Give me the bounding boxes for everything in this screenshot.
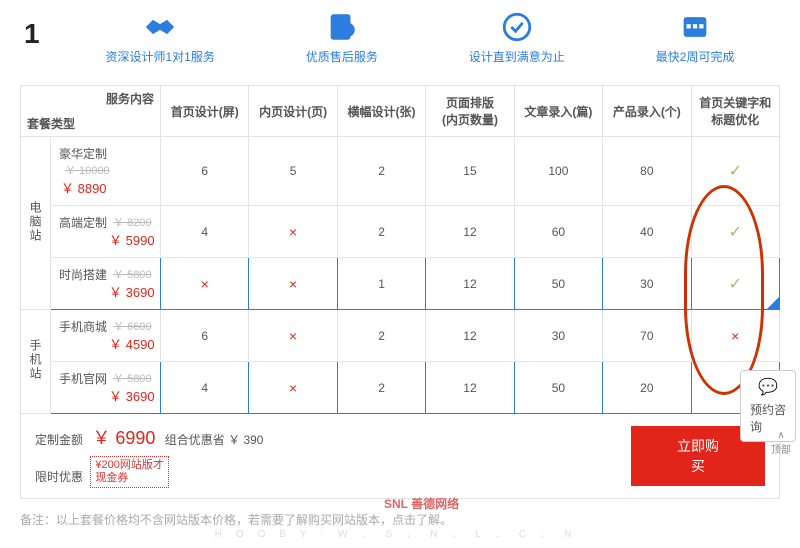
check-circle-icon xyxy=(500,10,534,44)
value-cell: 20 xyxy=(603,362,691,414)
cross-icon: × xyxy=(201,276,209,292)
value-cell: 5 xyxy=(249,137,337,206)
check-icon: ✓ xyxy=(729,163,742,180)
pricing-table: 服务内容 套餐类型 首页设计(屏) 内页设计(页) 横幅设计(张) 页面排版 (… xyxy=(20,85,780,414)
col-head: 首页关键字和标题优化 xyxy=(691,86,779,137)
cross-icon: × xyxy=(289,276,297,292)
value-cell: ✓ xyxy=(691,206,779,258)
value-cell: 15 xyxy=(426,137,514,206)
package-cell[interactable]: 豪华定制￥ 10000￥ 8890 xyxy=(51,137,161,206)
step-number: 1 xyxy=(24,18,40,50)
cross-icon: × xyxy=(731,328,739,344)
value-cell: ✓ xyxy=(691,137,779,206)
value-cell: 12 xyxy=(426,206,514,258)
value-cell: 12 xyxy=(426,362,514,414)
value-cell: 80 xyxy=(603,137,691,206)
value-cell: 12 xyxy=(426,310,514,362)
value-cell: 70 xyxy=(603,310,691,362)
feature-duration: 最快2周可完成 xyxy=(656,10,735,65)
value-cell: × xyxy=(249,362,337,414)
combo-label: 组合优惠省 xyxy=(165,433,225,447)
value-cell: 50 xyxy=(514,258,602,310)
value-cell: 100 xyxy=(514,137,602,206)
col-head: 产品录入(个) xyxy=(603,86,691,137)
brand-watermark: SNL 善德网络 xyxy=(384,495,459,512)
coupon-badge[interactable]: ¥200网站版才 现金券 xyxy=(90,456,168,488)
value-cell: 2 xyxy=(337,362,425,414)
group-label: 手机站 xyxy=(21,310,51,414)
value-cell: 4 xyxy=(161,206,249,258)
col-head: 横幅设计(张) xyxy=(337,86,425,137)
col-head: 文章录入(篇) xyxy=(514,86,602,137)
summary-bar: 定制金额 ￥ 6990 组合优惠省 ￥ 390 限时优惠 ¥200网站版才 现金… xyxy=(20,414,780,499)
package-cell[interactable]: 时尚搭建￥ 5800￥ 3690 xyxy=(51,258,161,310)
back-to-top[interactable]: ∧ 顶部 xyxy=(766,430,796,456)
value-cell: 2 xyxy=(337,206,425,258)
feature-designer: 资深设计师1对1服务 xyxy=(105,10,214,65)
check-icon: ✓ xyxy=(729,276,742,293)
calendar-icon xyxy=(678,10,712,44)
check-icon: ✓ xyxy=(729,224,742,241)
package-cell[interactable]: 手机官网￥ 5800￥ 3690 xyxy=(51,362,161,414)
cross-icon: × xyxy=(289,380,297,396)
group-label: 电脑站 xyxy=(21,137,51,310)
limit-label: 限时优惠 xyxy=(35,470,83,484)
feature-label: 资深设计师1对1服务 xyxy=(105,48,214,65)
value-cell: 12 xyxy=(426,258,514,310)
combo-amount: ￥ 390 xyxy=(228,433,263,447)
value-cell: 60 xyxy=(514,206,602,258)
handshake-icon xyxy=(143,10,177,44)
value-cell: 30 xyxy=(514,310,602,362)
value-cell: 30 xyxy=(603,258,691,310)
value-cell: 6 xyxy=(161,137,249,206)
amount-value: ￥ 6990 xyxy=(92,428,155,448)
value-cell: ✓ xyxy=(691,258,779,310)
col-head: 首页设计(屏) xyxy=(161,86,249,137)
feature-label: 设计直到满意为止 xyxy=(469,48,565,65)
header-diag: 服务内容 套餐类型 xyxy=(21,86,161,137)
cross-icon: × xyxy=(289,224,297,240)
feature-row: 资深设计师1对1服务 优质售后服务 设计直到满意为止 最快2周可完成 xyxy=(60,10,780,65)
value-cell: 1 xyxy=(337,258,425,310)
package-cell[interactable]: 手机商城￥ 6600￥ 4590 xyxy=(51,310,161,362)
value-cell: 2 xyxy=(337,137,425,206)
value-cell: 50 xyxy=(514,362,602,414)
col-head: 页面排版 (内页数量) xyxy=(426,86,514,137)
value-cell: × xyxy=(249,258,337,310)
col-head: 内页设计(页) xyxy=(249,86,337,137)
feature-label: 优质售后服务 xyxy=(306,48,378,65)
table-row[interactable]: 手机官网￥ 5800￥ 36904 × 2125020 xyxy=(21,362,780,414)
table-row[interactable]: 高端定制￥ 8200￥ 59904 × 2126040 ✓ xyxy=(21,206,780,258)
package-cell[interactable]: 高端定制￥ 8200￥ 5990 xyxy=(51,206,161,258)
amount-label: 定制金额 xyxy=(35,433,83,447)
cross-icon: × xyxy=(289,328,297,344)
value-cell: × xyxy=(249,206,337,258)
selected-corner-icon xyxy=(766,296,780,310)
value-cell: × xyxy=(161,258,249,310)
table-row[interactable]: 手机站手机商城￥ 6600￥ 45906×2123070× xyxy=(21,310,780,362)
value-cell: 40 xyxy=(603,206,691,258)
value-cell: 6 xyxy=(161,310,249,362)
value-cell: × xyxy=(249,310,337,362)
value-cell: 4 xyxy=(161,362,249,414)
support-icon xyxy=(325,10,359,44)
value-cell: × xyxy=(691,310,779,362)
table-row[interactable]: 电脑站豪华定制￥ 10000￥ 88906521510080✓ xyxy=(21,137,780,206)
feature-label: 最快2周可完成 xyxy=(656,48,735,65)
chat-icon: 💬 xyxy=(758,377,778,397)
feature-satisfaction: 设计直到满意为止 xyxy=(469,10,565,65)
feature-aftersale: 优质售后服务 xyxy=(306,10,378,65)
table-row[interactable]: 时尚搭建￥ 5800￥ 3690 × × 1125030 ✓ xyxy=(21,258,780,310)
value-cell: 2 xyxy=(337,310,425,362)
